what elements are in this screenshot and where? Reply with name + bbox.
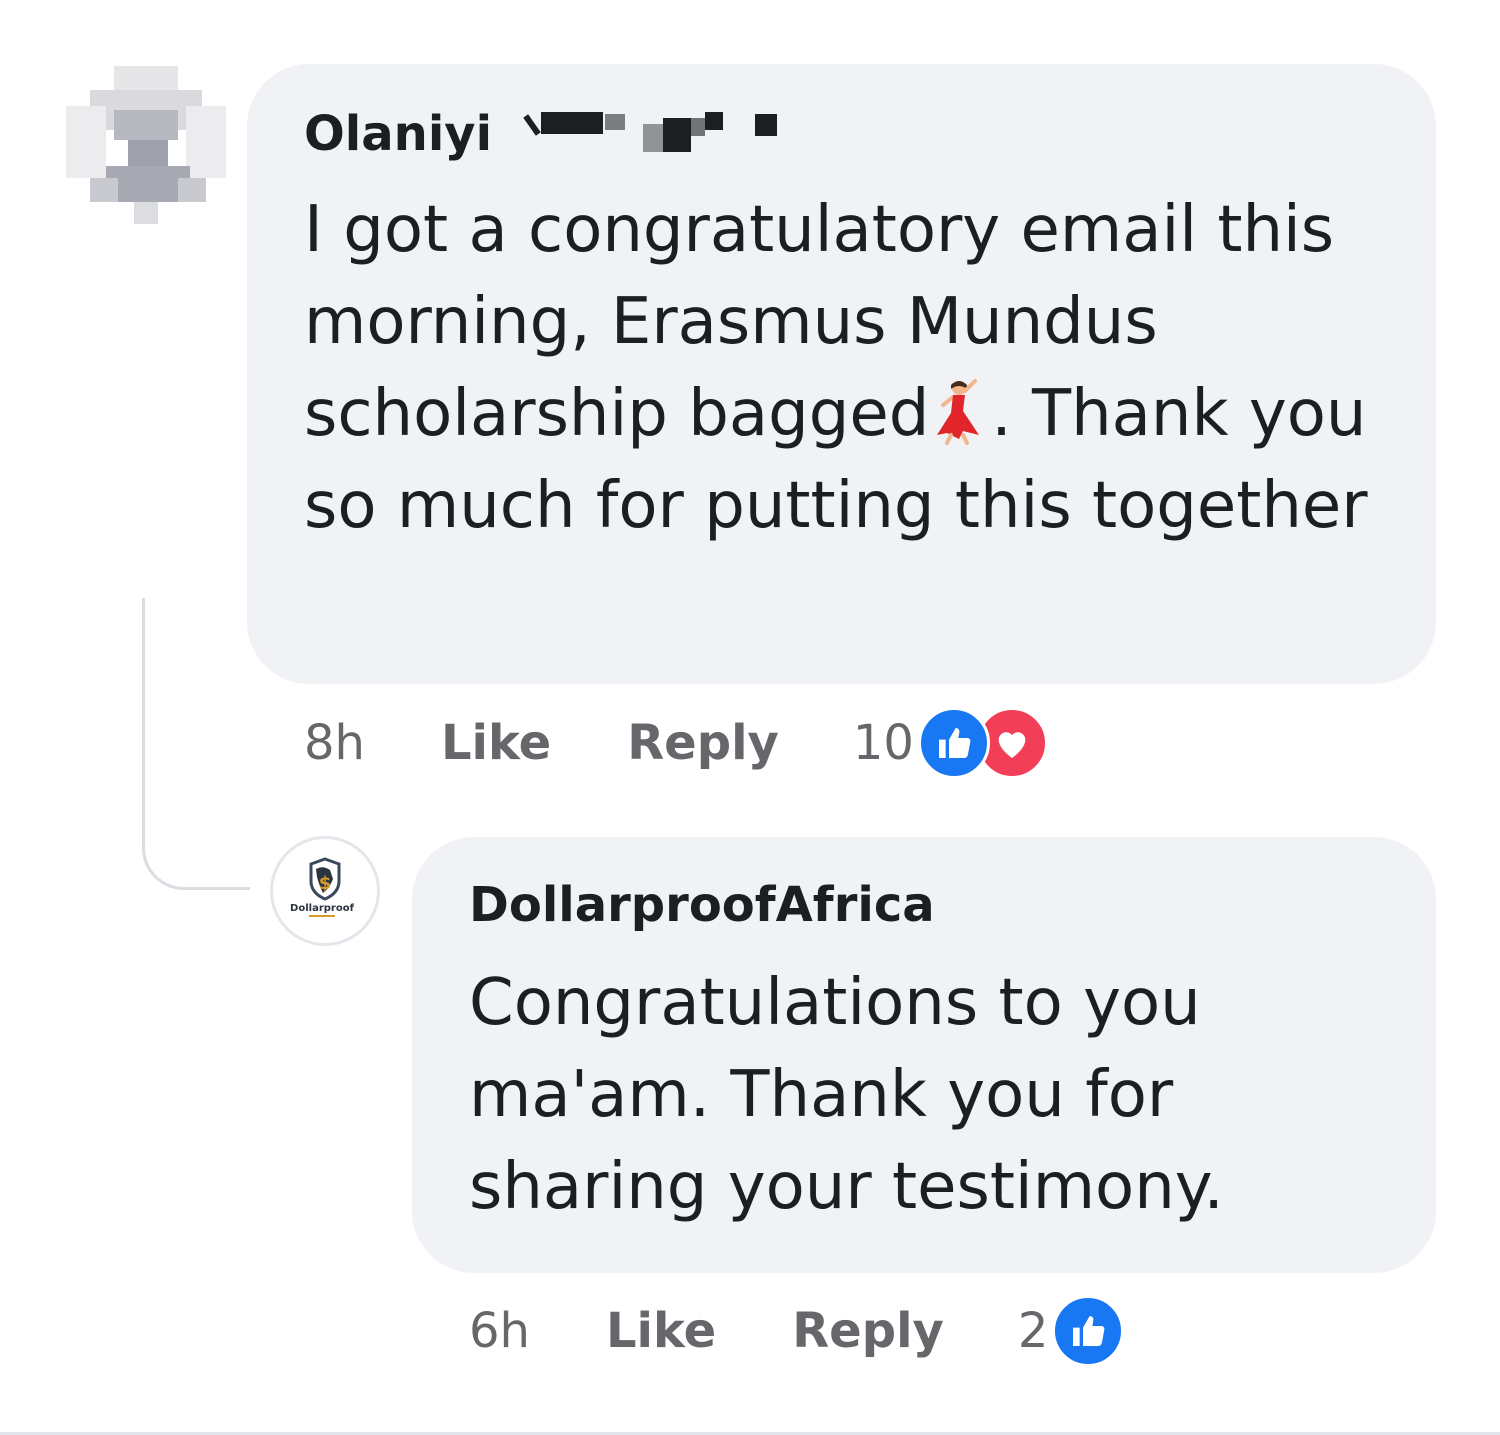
thread-connector: [142, 598, 250, 890]
reaction-icons[interactable]: [917, 706, 1048, 780]
redacted-name: [521, 108, 781, 158]
svg-text:$: $: [319, 873, 332, 894]
comment-timestamp[interactable]: 8h: [304, 715, 365, 771]
reply-bubble: DollarproofAfrica Congratulations to you…: [412, 837, 1436, 1273]
reply-reaction-icons[interactable]: [1052, 1294, 1125, 1368]
dancing-woman-emoji: [929, 378, 991, 445]
reply-reply-button[interactable]: Reply: [792, 1303, 944, 1359]
reply-author[interactable]: DollarproofAfrica: [469, 873, 1380, 937]
comment-actions: 8h Like Reply 10: [304, 706, 1048, 780]
reply-actions: 6h Like Reply 2: [469, 1294, 1125, 1368]
comment-thread: Olaniyi I got a congratulatory email thi…: [0, 0, 1500, 1435]
comment-text: I got a congratulatory email this mornin…: [304, 193, 1368, 543]
like-button[interactable]: Like: [441, 715, 551, 771]
like-icon: [917, 707, 990, 779]
reply-reaction-count[interactable]: 2: [1018, 1303, 1049, 1359]
reply-button[interactable]: Reply: [627, 715, 779, 771]
page-logo-avatar[interactable]: $ Dollarproof: [270, 836, 380, 946]
dollarproof-logo: $ Dollarproof: [290, 857, 355, 917]
reaction-count[interactable]: 10: [853, 715, 914, 771]
commenter-avatar[interactable]: [66, 66, 226, 226]
reply-like-button[interactable]: Like: [606, 1303, 716, 1359]
comment-bubble: Olaniyi I got a congratulatory email thi…: [247, 64, 1436, 684]
like-icon: [1052, 1295, 1125, 1367]
reply-text: Congratulations to you ma'am. Thank you …: [469, 966, 1224, 1224]
reply-timestamp[interactable]: 6h: [469, 1303, 530, 1359]
svg-text:Dollarproof: Dollarproof: [290, 903, 355, 914]
comment-author[interactable]: Olaniyi: [304, 102, 1380, 166]
